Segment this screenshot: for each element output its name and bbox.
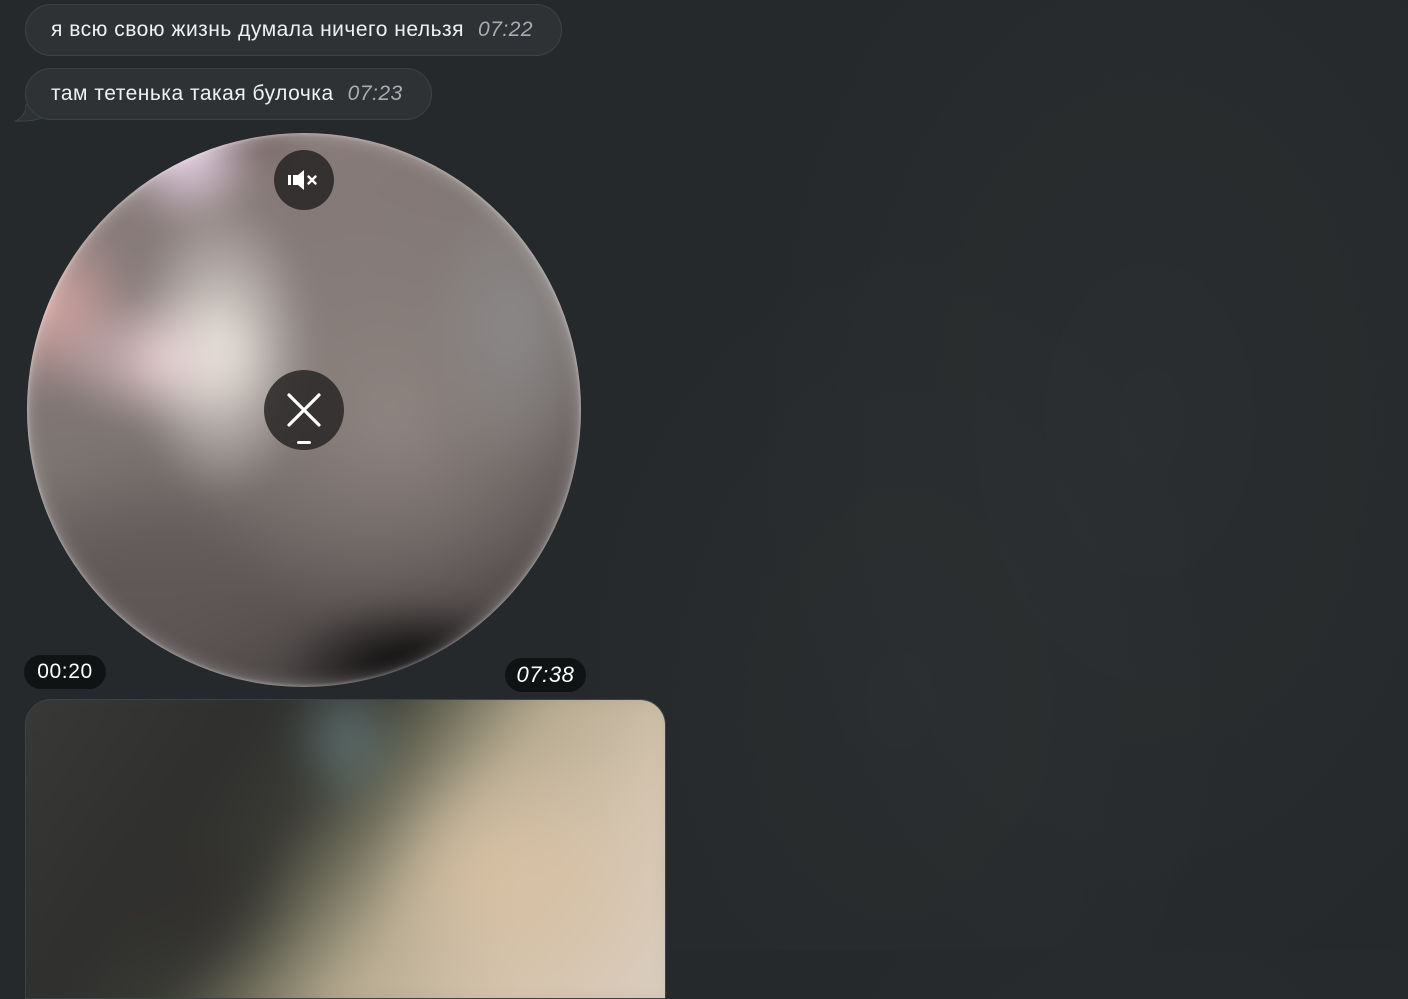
photo-preview xyxy=(26,700,665,998)
message-time: 07:22 xyxy=(478,18,534,41)
message-bubble[interactable]: я всю свою жизнь думала ничего нельзя 07… xyxy=(25,4,563,56)
message-text: там тетенька такая булочка xyxy=(51,82,334,105)
message-bubble[interactable]: там тетенька такая булочка 07:23 xyxy=(25,68,432,120)
download-progress xyxy=(297,441,311,444)
photo-message[interactable] xyxy=(25,699,666,999)
speaker-muted-icon xyxy=(288,170,317,190)
message-text: я всю свою жизнь думала ничего нельзя xyxy=(51,18,465,41)
close-icon xyxy=(287,393,321,427)
message-time: 07:23 xyxy=(347,82,403,105)
mute-button[interactable] xyxy=(274,150,334,210)
video-duration: 00:20 xyxy=(24,655,106,689)
video-time: 07:38 xyxy=(505,658,586,692)
cancel-download-button[interactable] xyxy=(264,370,344,450)
